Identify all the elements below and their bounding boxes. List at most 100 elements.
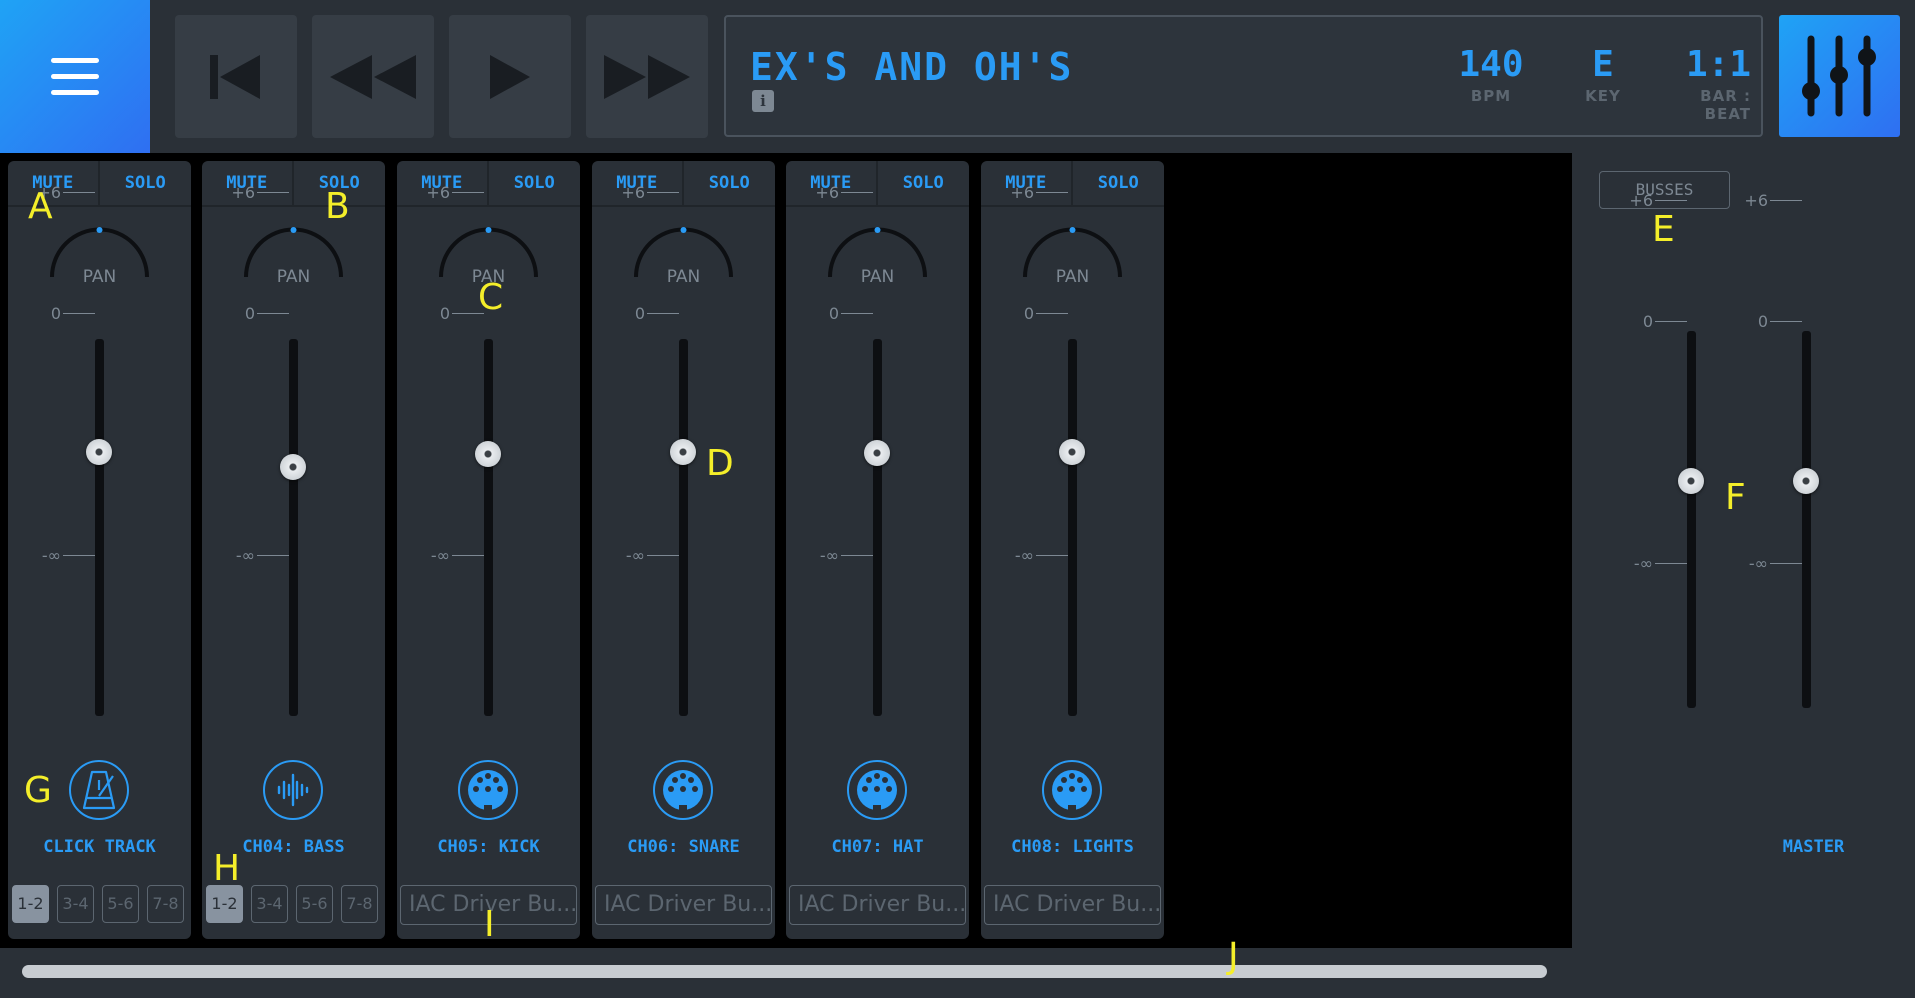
key-value: E — [1592, 44, 1614, 85]
info-icon[interactable]: i — [752, 90, 774, 112]
solo-button[interactable]: SOLO — [100, 161, 192, 205]
midi-output-select[interactable]: IAC Driver Bu... — [789, 885, 966, 925]
mixer-view-button[interactable] — [1779, 15, 1900, 137]
output-button-7-8[interactable]: 7-8 — [147, 885, 184, 923]
menu-button[interactable] — [0, 0, 150, 153]
tick-minus-infinity: -∞ — [41, 546, 61, 565]
midi-output-select[interactable]: IAC Driver Bu... — [984, 885, 1161, 925]
fader-knob[interactable] — [280, 454, 306, 480]
channel-strip: MUTE SOLO PAN +6 0 -∞ CH06: SNARE IAC Driver Bu… — [592, 161, 775, 939]
annotation-e: E — [1652, 209, 1675, 250]
tick-line-minus-infinity — [841, 555, 873, 556]
fader-track[interactable] — [679, 339, 688, 716]
channel-name: CH07: HAT — [831, 837, 924, 857]
master-tick-line-minus-infinity — [1770, 563, 1802, 564]
channel-name: CH08: LIGHTS — [1011, 837, 1134, 857]
master-tick-minus-infinity: -∞ — [1748, 554, 1768, 573]
tick-line-minus-infinity — [452, 555, 484, 556]
mute-solo-row: MUTE SOLO — [786, 161, 969, 207]
skip-to-start-button[interactable] — [175, 15, 297, 138]
fader-track[interactable] — [95, 339, 104, 716]
annotation-g: G — [24, 770, 52, 811]
solo-button[interactable]: SOLO — [878, 161, 970, 205]
pan-label: PAN — [82, 267, 117, 287]
play-button[interactable] — [449, 15, 571, 138]
tick-zero: 0 — [1023, 304, 1034, 323]
channel-strip: MUTE SOLO PAN +6 0 -∞ CH07: HAT IAC Driver Bu..… — [786, 161, 969, 939]
solo-button[interactable]: SOLO — [489, 161, 581, 205]
annotation-i: I — [484, 904, 495, 945]
bar-beat-value: 1:1 — [1685, 44, 1751, 85]
tick-plus-six: +6 — [426, 183, 450, 202]
master-tick-line-zero — [1770, 321, 1802, 322]
tick-zero: 0 — [244, 304, 255, 323]
master-tick-line-plus-six — [1770, 200, 1802, 201]
annotation-c: C — [478, 277, 504, 318]
master-fader-track[interactable] — [1802, 331, 1811, 708]
fader-knob[interactable] — [670, 439, 696, 465]
output-button-5-6[interactable]: 5-6 — [296, 885, 333, 923]
fader-track[interactable] — [1068, 339, 1077, 716]
fader-track[interactable] — [484, 339, 493, 716]
channel-type-button[interactable] — [653, 760, 713, 820]
tick-line-zero — [647, 313, 679, 314]
fader-knob[interactable] — [1059, 439, 1085, 465]
tick-line-zero — [257, 313, 289, 314]
scroll-thumb[interactable] — [22, 965, 1547, 978]
output-button-3-4[interactable]: 3-4 — [251, 885, 288, 923]
output-button-5-6[interactable]: 5-6 — [102, 885, 139, 923]
solo-button[interactable]: SOLO — [684, 161, 776, 205]
tick-line-zero — [1036, 313, 1068, 314]
mute-solo-row: MUTE SOLO — [202, 161, 385, 207]
midi-icon — [465, 767, 511, 813]
master-label: MASTER — [1782, 837, 1845, 857]
fader-knob[interactable] — [864, 440, 890, 466]
key-readout: E KEY — [1568, 44, 1638, 106]
annotation-j: J — [1228, 936, 1239, 977]
channel-name: CH05: KICK — [437, 837, 540, 857]
output-button-1-2[interactable]: 1-2 — [206, 885, 243, 923]
channel-strip: MUTE SOLO PAN +6 0 -∞ CH08: LIGHTS IAC Driver B… — [981, 161, 1164, 939]
song-display: EX'S AND OH'S i 140 BPM E KEY 1:1 BAR : … — [724, 15, 1763, 137]
channel-strip: MUTE SOLO PAN +6 0 -∞ CLICK TRACK 1-2 3-4 5-6 7-8 — [8, 161, 191, 939]
channel-type-button[interactable] — [1042, 760, 1102, 820]
tick-zero: 0 — [50, 304, 61, 323]
horizontal-scrollbar[interactable] — [0, 948, 1572, 998]
tick-line-minus-infinity — [647, 555, 679, 556]
midi-output-select[interactable]: IAC Driver Bu... — [595, 885, 772, 925]
fader-track[interactable] — [289, 339, 298, 716]
tick-zero: 0 — [828, 304, 839, 323]
fader-knob[interactable] — [86, 439, 112, 465]
tick-line-plus-six — [63, 192, 95, 193]
solo-button[interactable]: SOLO — [1073, 161, 1165, 205]
midi-icon — [854, 767, 900, 813]
rewind-button[interactable] — [312, 15, 434, 138]
fast-forward-button[interactable] — [586, 15, 708, 138]
tick-line-plus-six — [1036, 192, 1068, 193]
fader-track[interactable] — [873, 339, 882, 716]
output-button-3-4[interactable]: 3-4 — [57, 885, 94, 923]
annotation-f: F — [1725, 477, 1746, 518]
tick-plus-six: +6 — [231, 183, 255, 202]
channel-type-button[interactable] — [847, 760, 907, 820]
tick-line-plus-six — [647, 192, 679, 193]
tick-line-plus-six — [841, 192, 873, 193]
waveform-icon — [273, 770, 313, 810]
master-fader-2: +6 0 -∞ — [1572, 153, 1915, 998]
annotation-h: H — [213, 848, 241, 889]
tick-line-zero — [841, 313, 873, 314]
channel-strip: MUTE SOLO PAN +6 0 -∞ CH04: BASS 1-2 3-4 5-6 7-8 — [202, 161, 385, 939]
tick-zero: 0 — [439, 304, 450, 323]
tick-line-minus-infinity — [63, 555, 95, 556]
channel-type-button[interactable] — [263, 760, 323, 820]
channel-type-button[interactable] — [69, 760, 129, 820]
output-button-1-2[interactable]: 1-2 — [12, 885, 49, 923]
tick-plus-six: +6 — [621, 183, 645, 202]
transport-header: EX'S AND OH'S i 140 BPM E KEY 1:1 BAR : … — [0, 0, 1915, 153]
master-fader-knob[interactable] — [1793, 468, 1819, 494]
tick-minus-infinity: -∞ — [625, 546, 645, 565]
output-button-7-8[interactable]: 7-8 — [341, 885, 378, 923]
mute-solo-row: MUTE SOLO — [981, 161, 1164, 207]
fader-knob[interactable] — [475, 441, 501, 467]
channel-type-button[interactable] — [458, 760, 518, 820]
